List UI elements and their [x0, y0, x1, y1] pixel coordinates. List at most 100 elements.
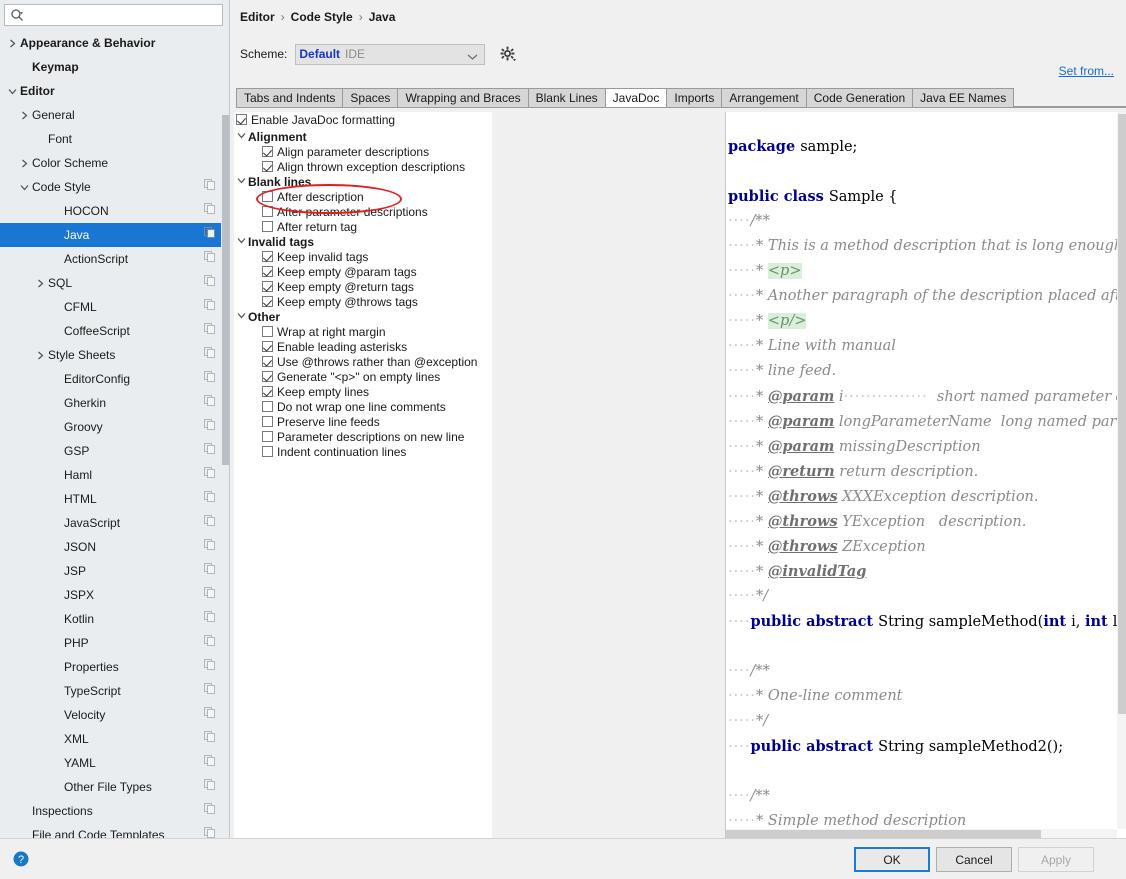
checkbox-align-parameter-descriptions[interactable]: Align parameter descriptions: [234, 144, 492, 159]
ok-button[interactable]: OK: [854, 847, 930, 872]
copy-icon[interactable]: [204, 439, 218, 463]
checkbox-parameter-descriptions-on-new-line[interactable]: Parameter descriptions on new line: [234, 429, 492, 444]
help-icon[interactable]: ?: [13, 851, 29, 867]
sidebar-item-gsp[interactable]: GSP: [0, 439, 222, 463]
checkbox-keep-empty-return-tags[interactable]: Keep empty @return tags: [234, 279, 492, 294]
checkbox-generate-p-on-empty-lines[interactable]: Generate "<p>" on empty lines: [234, 369, 492, 384]
sidebar-item-other-file-types[interactable]: Other File Types: [0, 775, 222, 799]
sidebar-item-hocon[interactable]: HOCON: [0, 199, 222, 223]
copy-icon[interactable]: [204, 655, 218, 679]
chevron-down-icon[interactable]: [4, 87, 20, 96]
sidebar-item-code-style[interactable]: Code Style: [0, 175, 222, 199]
checkbox-box[interactable]: [262, 326, 273, 337]
sidebar-scrollbar-thumb[interactable]: [222, 115, 229, 465]
scheme-dropdown[interactable]: Default IDE: [295, 43, 486, 65]
tab-tabs-and-indents[interactable]: Tabs and Indents: [236, 88, 344, 107]
chevron-down-icon[interactable]: [234, 236, 248, 248]
chevron-right-icon[interactable]: [4, 39, 20, 48]
copy-icon[interactable]: [204, 583, 218, 607]
sidebar-item-cfml[interactable]: CFML: [0, 295, 222, 319]
checkbox-after-return-tag[interactable]: After return tag: [234, 219, 492, 234]
preview-horizontal-scrollbar-thumb[interactable]: [726, 830, 1041, 838]
copy-icon[interactable]: [204, 175, 218, 199]
tab-spaces[interactable]: Spaces: [342, 88, 399, 107]
checkbox-box[interactable]: [262, 446, 273, 457]
checkbox-keep-empty-lines[interactable]: Keep empty lines: [234, 384, 492, 399]
option-group-alignment[interactable]: Alignment: [234, 129, 492, 144]
cancel-button[interactable]: Cancel: [936, 847, 1012, 872]
copy-icon[interactable]: [204, 607, 218, 631]
apply-button[interactable]: Apply: [1018, 847, 1094, 872]
tab-java-ee-names[interactable]: Java EE Names: [912, 88, 1015, 107]
copy-icon[interactable]: [204, 343, 218, 367]
copy-icon[interactable]: [204, 751, 218, 775]
preview-horizontal-scrollbar[interactable]: [726, 829, 1117, 838]
sidebar-item-sql[interactable]: SQL: [0, 271, 222, 295]
sidebar-item-haml[interactable]: Haml: [0, 463, 222, 487]
sidebar-item-gherkin[interactable]: Gherkin: [0, 391, 222, 415]
checkbox-box[interactable]: [262, 431, 273, 442]
checkbox-box[interactable]: [262, 341, 273, 352]
sidebar-item-jspx[interactable]: JSPX: [0, 583, 222, 607]
sidebar-item-editorconfig[interactable]: EditorConfig: [0, 367, 222, 391]
copy-icon[interactable]: [204, 295, 218, 319]
checkbox-use-throws-rather-than-exception[interactable]: Use @throws rather than @exception: [234, 354, 492, 369]
checkbox-preserve-line-feeds[interactable]: Preserve line feeds: [234, 414, 492, 429]
checkbox-do-not-wrap-one-line-comments[interactable]: Do not wrap one line comments: [234, 399, 492, 414]
sidebar-item-editor[interactable]: Editor: [0, 79, 222, 103]
sidebar-item-general[interactable]: General: [0, 103, 222, 127]
chevron-right-icon[interactable]: [16, 159, 32, 168]
sidebar-item-xml[interactable]: XML: [0, 727, 222, 751]
gear-icon[interactable]: [499, 45, 517, 63]
copy-icon[interactable]: [204, 799, 218, 823]
checkbox-box[interactable]: [262, 416, 273, 427]
breadcrumb-item[interactable]: Editor: [240, 10, 275, 24]
copy-icon[interactable]: [204, 559, 218, 583]
checkbox-box[interactable]: [262, 371, 273, 382]
chevron-right-icon[interactable]: [16, 111, 32, 120]
copy-icon[interactable]: [204, 319, 218, 343]
copy-icon[interactable]: [204, 631, 218, 655]
checkbox-box[interactable]: [262, 266, 273, 277]
sidebar-item-groovy[interactable]: Groovy: [0, 415, 222, 439]
copy-icon[interactable]: [204, 823, 218, 838]
tab-code-generation[interactable]: Code Generation: [805, 88, 914, 107]
search-box[interactable]: [4, 4, 223, 26]
sidebar-item-style-sheets[interactable]: Style Sheets: [0, 343, 222, 367]
checkbox-align-thrown-exception-descriptions[interactable]: Align thrown exception descriptions: [234, 159, 492, 174]
sidebar-item-inspections[interactable]: Inspections: [0, 799, 222, 823]
sidebar-item-velocity[interactable]: Velocity: [0, 703, 222, 727]
sidebar-item-coffeescript[interactable]: CoffeeScript: [0, 319, 222, 343]
chevron-down-icon[interactable]: [234, 176, 248, 188]
breadcrumb-item[interactable]: Code Style: [291, 10, 353, 24]
checkbox-box[interactable]: [262, 281, 273, 292]
checkbox-after-parameter-descriptions[interactable]: After parameter descriptions: [234, 204, 492, 219]
sidebar-item-color-scheme[interactable]: Color Scheme: [0, 151, 222, 175]
copy-icon[interactable]: [204, 703, 218, 727]
sidebar-item-actionscript[interactable]: ActionScript: [0, 247, 222, 271]
checkbox-box[interactable]: [262, 206, 273, 217]
preview-vertical-scrollbar-thumb[interactable]: [1118, 114, 1126, 714]
checkbox-box[interactable]: [262, 191, 273, 202]
copy-icon[interactable]: [204, 511, 218, 535]
chevron-right-icon[interactable]: [32, 351, 48, 360]
checkbox-box[interactable]: [262, 146, 273, 157]
preview-vertical-scrollbar[interactable]: [1117, 112, 1126, 829]
sidebar-item-appearance-behavior[interactable]: Appearance & Behavior: [0, 31, 222, 55]
checkbox-box[interactable]: [262, 296, 273, 307]
sidebar-item-yaml[interactable]: YAML: [0, 751, 222, 775]
checkbox-enable-javadoc-formatting[interactable]: Enable JavaDoc formatting: [234, 112, 492, 127]
sidebar-item-jsp[interactable]: JSP: [0, 559, 222, 583]
copy-icon[interactable]: [204, 679, 218, 703]
copy-icon[interactable]: [204, 775, 218, 799]
tab-wrapping-and-braces[interactable]: Wrapping and Braces: [397, 88, 529, 107]
tab-arrangement[interactable]: Arrangement: [721, 88, 807, 107]
sidebar-scrollbar[interactable]: [221, 31, 229, 838]
option-group-other[interactable]: Other: [234, 309, 492, 324]
checkbox-box[interactable]: [236, 114, 247, 125]
copy-icon[interactable]: [204, 391, 218, 415]
checkbox-box[interactable]: [262, 356, 273, 367]
checkbox-box[interactable]: [262, 251, 273, 262]
checkbox-box[interactable]: [262, 386, 273, 397]
option-group-blank-lines[interactable]: Blank lines: [234, 174, 492, 189]
